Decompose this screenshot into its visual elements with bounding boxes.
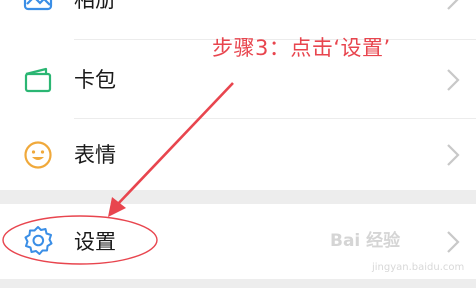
menu-item-settings[interactable]: 设置 [0,222,476,262]
image-icon [22,0,54,14]
step-annotation: 步骤3：点击‘设置’ [212,36,391,60]
gear-icon [22,224,54,256]
menu-item-sticker[interactable]: 表情 [0,137,476,177]
menu-item-album[interactable]: 相册 [0,0,476,22]
menu-item-label: 相册 [74,0,116,12]
divider [74,118,476,119]
chevron-right-icon [444,67,462,93]
watermark-url: jingyan.baidu.com [372,262,465,273]
smiley-icon [22,139,54,171]
chevron-right-icon [444,229,462,255]
chevron-right-icon [444,0,462,12]
menu-item-cards[interactable]: 卡包 [0,60,476,100]
chevron-right-icon [444,142,462,168]
wallet-icon [22,64,54,96]
menu-item-label: 表情 [74,143,116,167]
watermark-logo: Bai 经验 [330,231,401,251]
menu-section-top: 相册 卡包 表情 [0,0,476,190]
menu-item-label: 设置 [74,230,116,254]
menu-item-label: 卡包 [74,68,116,92]
